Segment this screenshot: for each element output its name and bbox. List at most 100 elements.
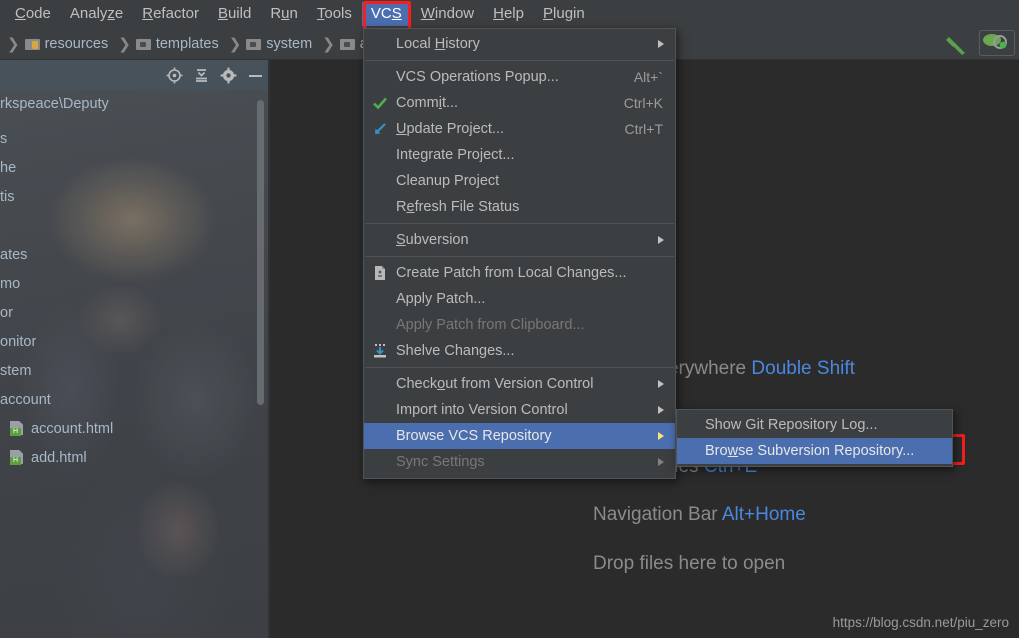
menu-item-label: Refresh File Status — [396, 199, 520, 215]
hint-label: Drop files here to open — [593, 553, 786, 574]
vcs-menu-item-shelve-changes[interactable]: Shelve Changes... — [364, 338, 675, 364]
vcs-menu-item-commit[interactable]: Commit... Ctrl+K — [364, 90, 675, 116]
menu-build[interactable]: Build — [209, 2, 260, 26]
menu-code[interactable]: Code — [6, 2, 60, 26]
tree-file-item[interactable]: Hadd.html — [0, 443, 258, 472]
blue-arrow-down-left-icon — [372, 121, 388, 137]
breadcrumb[interactable]: ❯ resources❯templates❯system❯ac — [2, 35, 380, 53]
menu-run[interactable]: Run — [261, 2, 307, 26]
breadcrumb-item-system[interactable]: system — [266, 36, 312, 52]
tree-folder-item[interactable]: onitor — [0, 327, 258, 356]
folder-icon — [339, 38, 355, 50]
menu-plugin[interactable]: Plugin — [534, 2, 594, 26]
menu-item-label: Commit... — [396, 95, 459, 111]
menu-vcs[interactable]: VCS — [361, 2, 411, 26]
breadcrumb-separator: ❯ — [7, 35, 20, 53]
vcs-dropdown-menu[interactable]: Local History VCS Operations Popup... Alt+… — [363, 28, 676, 479]
tree-folder-item[interactable]: stem — [0, 356, 258, 385]
hint-shortcut: Double Shift — [751, 358, 855, 379]
project-root-label: rkspeace\Deputy — [0, 96, 109, 112]
breadcrumb-item-resources[interactable]: resources — [45, 36, 109, 52]
vcs-menu-item-import-into-version-control[interactable]: Import into Version Control — [364, 397, 675, 423]
breadcrumb-separator: ❯ — [228, 35, 242, 53]
run-configuration-icon[interactable] — [979, 30, 1015, 56]
patch-file-icon — [372, 265, 388, 281]
vcs-menu-item-refresh-file-status[interactable]: Refresh File Status — [364, 194, 675, 220]
menu-analyze[interactable]: Analyze — [61, 2, 132, 26]
menu-separator — [365, 256, 674, 257]
menu-help[interactable]: Help — [484, 2, 533, 26]
menu-item-label: Local History — [396, 36, 480, 52]
menu-item-label: Shelve Changes... — [396, 343, 515, 359]
vcs-menu-item-cleanup-project[interactable]: Cleanup Project — [364, 168, 675, 194]
tree-item-label: tis — [0, 188, 15, 205]
menu-refactor[interactable]: Refactor — [133, 2, 208, 26]
vcs-menu-item-update-project[interactable]: Update Project... Ctrl+T — [364, 116, 675, 142]
vcs-menu-item-vcs-operations-popup[interactable]: VCS Operations Popup... Alt+` — [364, 64, 675, 90]
tree-item-label: s — [0, 130, 8, 147]
menu-item-label: VCS Operations Popup... — [396, 69, 559, 85]
project-tree-scrollbar[interactable] — [257, 100, 264, 405]
vcs-menu-item-create-patch-from-local-changes[interactable]: Create Patch from Local Changes... — [364, 260, 675, 286]
menu-separator — [365, 60, 674, 61]
menu-item-label: Create Patch from Local Changes... — [396, 265, 627, 281]
tree-folder-item[interactable]: account — [0, 385, 258, 414]
menu-item-label: Sync Settings — [396, 454, 485, 470]
hammer-icon[interactable] — [943, 31, 969, 55]
breadcrumb-separator: ❯ — [118, 35, 131, 53]
browse-vcs-repository-submenu[interactable]: Show Git Repository Log... Browse Subvers… — [676, 409, 953, 467]
submenu-item-show-git-repository-log[interactable]: Show Git Repository Log... — [677, 412, 952, 438]
hide-panel-icon[interactable] — [247, 67, 264, 84]
html-file-icon: H — [10, 450, 24, 465]
vcs-menu-item-integrate-project[interactable]: Integrate Project... — [364, 142, 675, 168]
breadcrumb-item-templates[interactable]: templates — [156, 36, 219, 52]
settings-gear-icon[interactable] — [220, 67, 237, 84]
green-check-icon — [372, 95, 388, 111]
vcs-menu-item-subversion[interactable]: Subversion — [364, 227, 675, 253]
vcs-menu-item-browse-vcs-repository[interactable]: Browse VCS Repository — [364, 423, 675, 449]
menu-item-label: Integrate Project... — [396, 147, 515, 163]
submenu-arrow-icon — [658, 40, 664, 48]
project-root-node[interactable]: rkspeace\Deputy — [0, 90, 258, 118]
tree-item-label: stem — [0, 362, 32, 379]
project-tool-window[interactable]: rkspeace\Deputy s he tis ates mo or onitor stem… — [0, 60, 270, 638]
watermark-url: https://blog.csdn.net/piu_zero — [832, 615, 1009, 630]
editor-toolbar-right[interactable] — [943, 30, 1015, 56]
hint-label: Navigation Bar — [593, 504, 718, 525]
vcs-menu-item-apply-patch[interactable]: Apply Patch... — [364, 286, 675, 312]
tree-item-label: or — [0, 304, 13, 321]
vcs-menu-item-checkout-from-version-control[interactable]: Checkout from Version Control — [364, 371, 675, 397]
menu-window[interactable]: Window — [412, 2, 483, 26]
vcs-menu-item-sync-settings[interactable]: Sync Settings — [364, 449, 675, 475]
project-panel-header[interactable] — [0, 60, 270, 90]
menu-item-shortcut: Alt+` — [633, 69, 663, 85]
tree-folder-item[interactable]: he — [0, 153, 258, 182]
menu-tools[interactable]: Tools — [308, 2, 361, 26]
submenu-item-browse-subversion-repository[interactable]: Browse Subversion Repository... — [677, 438, 952, 464]
tree-folder-item[interactable]: ates — [0, 240, 258, 269]
shelve-icon — [372, 343, 388, 359]
vcs-menu-item-local-history[interactable]: Local History — [364, 31, 675, 57]
vcs-menu-item-apply-patch-from-clipboard[interactable]: Apply Patch from Clipboard... — [364, 312, 675, 338]
folder-icon — [24, 38, 40, 50]
menu-item-label: Update Project... — [396, 121, 505, 137]
tree-folder-item[interactable]: s — [0, 124, 258, 153]
tree-folder-item[interactable]: tis — [0, 182, 258, 211]
menu-separator — [365, 367, 674, 368]
main-menu-bar[interactable]: Code Analyze Refactor Build Run Tools VCS Windo… — [0, 0, 1019, 28]
tree-file-item[interactable]: Haccount.html — [0, 414, 258, 443]
menu-item-label: Apply Patch... — [396, 291, 486, 307]
submenu-arrow-icon — [658, 458, 664, 466]
menu-item-label: Browse Subversion Repository... — [705, 443, 915, 459]
tree-folder-item[interactable]: or — [0, 298, 258, 327]
collapse-all-icon[interactable] — [193, 67, 210, 84]
menu-item-label: Apply Patch from Clipboard... — [396, 317, 585, 333]
menu-item-label: Cleanup Project — [396, 173, 500, 189]
menu-item-shortcut: Ctrl+T — [624, 121, 664, 137]
menu-item-shortcut: Ctrl+K — [623, 95, 663, 111]
submenu-arrow-icon — [658, 236, 664, 244]
tree-item-label: ates — [0, 246, 28, 263]
project-file-tree[interactable]: s he tis ates mo or onitor stem account Haccount.… — [0, 124, 258, 472]
tree-folder-item[interactable]: mo — [0, 269, 258, 298]
locate-target-icon[interactable] — [166, 67, 183, 84]
